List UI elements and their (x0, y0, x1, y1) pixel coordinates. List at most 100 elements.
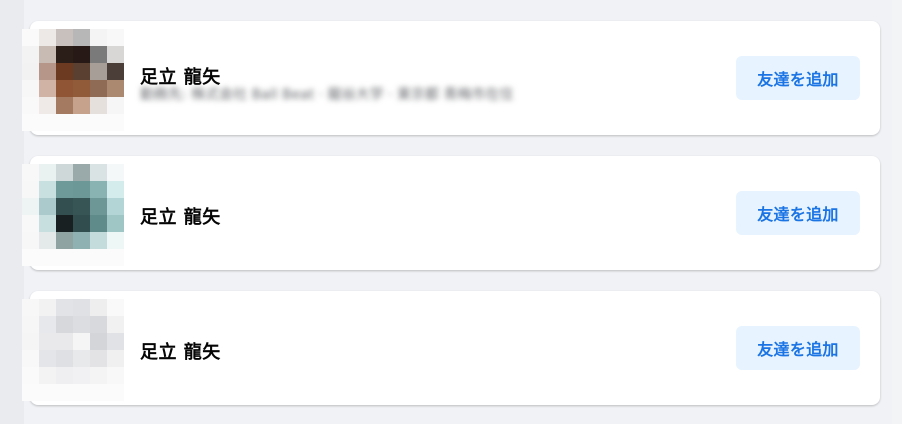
avatar-pixel (39, 80, 56, 97)
avatar-pixel (73, 63, 90, 80)
avatar-pixel (22, 316, 39, 333)
avatar-pixel (73, 97, 90, 114)
avatar-pixel (22, 367, 39, 384)
avatar-pixel (90, 63, 107, 80)
avatar-pixel (22, 181, 39, 198)
avatar-pixel (90, 333, 107, 350)
avatar-pixel (56, 164, 73, 181)
avatar-pixel (56, 29, 73, 46)
avatar-pixel (56, 215, 73, 232)
avatar-pixel (90, 97, 107, 114)
avatar-pixel (90, 164, 107, 181)
add-friend-button[interactable]: 友達を追加 (736, 191, 860, 235)
avatar-pixel (107, 215, 124, 232)
avatar-pixel (90, 198, 107, 215)
avatar-pixel (22, 333, 39, 350)
avatar-pixel (22, 46, 39, 63)
avatar-pixel (56, 316, 73, 333)
friend-suggestion-card: 足立 龍矢 勤務先: 株式会社 Ball Beat · 龍谷大学 · 東京都 青… (22, 21, 880, 135)
avatar-pixel (56, 46, 73, 63)
avatar-pixel (90, 316, 107, 333)
avatar-pixel (73, 232, 90, 249)
avatar-pixel (39, 198, 56, 215)
avatar-pixel (56, 232, 73, 249)
avatar-pixel (22, 215, 39, 232)
avatar-pixel (107, 367, 124, 384)
avatar-pixel (56, 63, 73, 80)
avatar[interactable] (22, 164, 124, 266)
person-name[interactable]: 足立 龍矢 (140, 338, 221, 364)
avatar-pixel (22, 97, 39, 114)
avatar-pixel (39, 316, 56, 333)
avatar-pixel (73, 316, 90, 333)
avatar-pixel (73, 215, 90, 232)
friend-suggestion-card: 足立 龍矢 友達を追加 (22, 291, 880, 405)
avatar-pixel (73, 80, 90, 97)
avatar-pixel (22, 198, 39, 215)
avatar-pixel (39, 29, 56, 46)
avatar-pixel (107, 46, 124, 63)
avatar-pixel (90, 299, 107, 316)
avatar-pixel (22, 350, 39, 367)
avatar-pixel (90, 232, 107, 249)
avatar-pixel (39, 367, 56, 384)
avatar-pixel (90, 367, 107, 384)
avatar-pixel (73, 164, 90, 181)
avatar-pixel (56, 299, 73, 316)
avatar-pixel (107, 299, 124, 316)
avatar-pixel (73, 181, 90, 198)
avatar-pixel (56, 80, 73, 97)
avatar-pixel (39, 46, 56, 63)
avatar-pixel (107, 29, 124, 46)
avatar-pixel (22, 63, 39, 80)
avatar-pixel (39, 164, 56, 181)
left-page-rail (0, 0, 24, 424)
avatar-pixel (107, 333, 124, 350)
avatar-pixel (39, 299, 56, 316)
avatar-pixel (39, 215, 56, 232)
avatar-pixel (90, 350, 107, 367)
avatar-pixel (90, 46, 107, 63)
avatar-pixel (73, 46, 90, 63)
avatar-pixel (22, 29, 39, 46)
avatar-pixel (56, 333, 73, 350)
avatar[interactable] (22, 299, 124, 401)
avatar-pixel (107, 232, 124, 249)
avatar-pixel (73, 198, 90, 215)
avatar-pixel (107, 63, 124, 80)
avatar-pixel (56, 97, 73, 114)
avatar-pixel (39, 350, 56, 367)
avatar-pixel (107, 198, 124, 215)
avatar-pixel (73, 29, 90, 46)
avatar-pixel (56, 181, 73, 198)
avatar-pixel (107, 181, 124, 198)
avatar-pixel (39, 181, 56, 198)
avatar-pixel (56, 350, 73, 367)
friend-suggestion-card: 足立 龍矢 友達を追加 (22, 156, 880, 270)
avatar-pixel (39, 333, 56, 350)
avatar-pixel (22, 232, 39, 249)
avatar-pixel (107, 316, 124, 333)
right-page-rail (892, 0, 902, 424)
avatar-pixel (107, 80, 124, 97)
avatar-pixel (107, 164, 124, 181)
avatar[interactable] (22, 29, 124, 131)
avatar-pixel (39, 63, 56, 80)
avatar-pixel (73, 333, 90, 350)
avatar-pixel (56, 367, 73, 384)
avatar-pixel (39, 97, 56, 114)
avatar-pixel (22, 80, 39, 97)
avatar-pixel (90, 181, 107, 198)
add-friend-button[interactable]: 友達を追加 (736, 326, 860, 370)
avatar-pixel (56, 198, 73, 215)
avatar-pixel (73, 350, 90, 367)
avatar-pixel (39, 232, 56, 249)
avatar-pixel (107, 350, 124, 367)
avatar-pixel (22, 299, 39, 316)
avatar-pixel (73, 367, 90, 384)
avatar-pixel (90, 29, 107, 46)
person-name[interactable]: 足立 龍矢 (140, 203, 221, 229)
avatar-pixel (73, 299, 90, 316)
avatar-pixel (22, 164, 39, 181)
add-friend-button[interactable]: 友達を追加 (736, 56, 860, 100)
